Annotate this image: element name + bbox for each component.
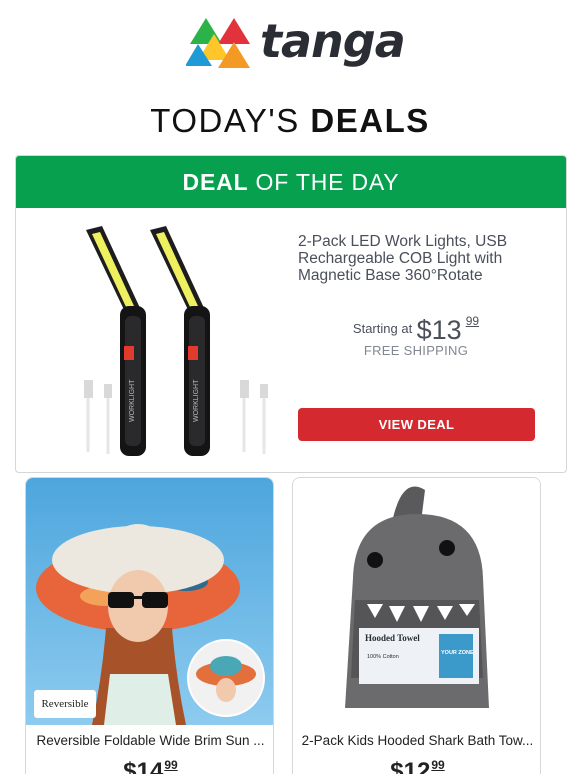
work-light-left-icon: WORKLIGHT [86,226,146,456]
product-card-shark-towel[interactable]: Hooded Towel 100% Cotton YOUR ZONE 2-Pac… [292,477,541,774]
logo-wordmark: tanga [260,14,406,68]
product-title[interactable]: Reversible Foldable Wide Brim Sun ... [26,733,273,748]
page-title-bold: DEALS [310,102,430,139]
usb-cables-icon [84,380,268,454]
reversible-tag: Reversible [34,690,96,718]
work-lights-product-image[interactable]: WORKLIGHT WORKLIGHT [64,222,294,462]
deal-title[interactable]: 2-Pack LED Work Lights, USB Rechargeable… [298,233,548,284]
shipping-note: FREE SHIPPING [363,343,469,358]
price-cents: 99 [164,758,178,772]
shark-towel-product-image[interactable]: Hooded Towel 100% Cotton YOUR ZONE [293,478,540,725]
worklight-label: WORKLIGHT [193,379,200,422]
price-cents: 99 [431,758,445,772]
price-cents: 99 [465,314,480,328]
product-price: $1499 [26,758,273,774]
page-title-light: TODAY'S [150,102,311,139]
sun-hat-product-image[interactable]: Reversible [26,478,273,725]
towel-tag-material: 100% Cotton [367,654,399,660]
price-prefix: Starting at [352,321,413,336]
page-title: TODAY'S DEALS [0,102,580,140]
product-card-sun-hat[interactable]: Reversible Reversible Foldable Wide Brim… [25,477,274,774]
price-dollars: $14 [123,758,164,774]
tanga-logo[interactable]: tanga [186,14,406,74]
banner-rest-text: OF THE DAY [248,169,400,195]
deal-price: Starting at $13 99 [298,314,534,346]
towel-tag-brand: YOUR ZONE [441,650,474,656]
banner-bold-text: DEAL [182,169,249,195]
work-light-right-icon: WORKLIGHT [150,226,210,456]
email-header: tanga [0,0,580,96]
deal-of-the-day-banner: DEAL OF THE DAY [16,156,566,208]
price-dollars: $13 [416,315,462,345]
product-price: $1299 [293,758,540,774]
deal-of-the-day-card[interactable]: DEAL OF THE DAY WORKLIGHT WORKLIGHT 2-Pa… [15,155,567,473]
view-deal-button[interactable]: VIEW DEAL [298,408,535,441]
logo-triangles-icon [186,18,250,68]
product-title[interactable]: 2-Pack Kids Hooded Shark Bath Tow... [293,733,540,748]
price-dollars: $12 [390,758,431,774]
towel-tag-title: Hooded Towel [365,633,420,643]
worklight-label: WORKLIGHT [129,379,136,422]
